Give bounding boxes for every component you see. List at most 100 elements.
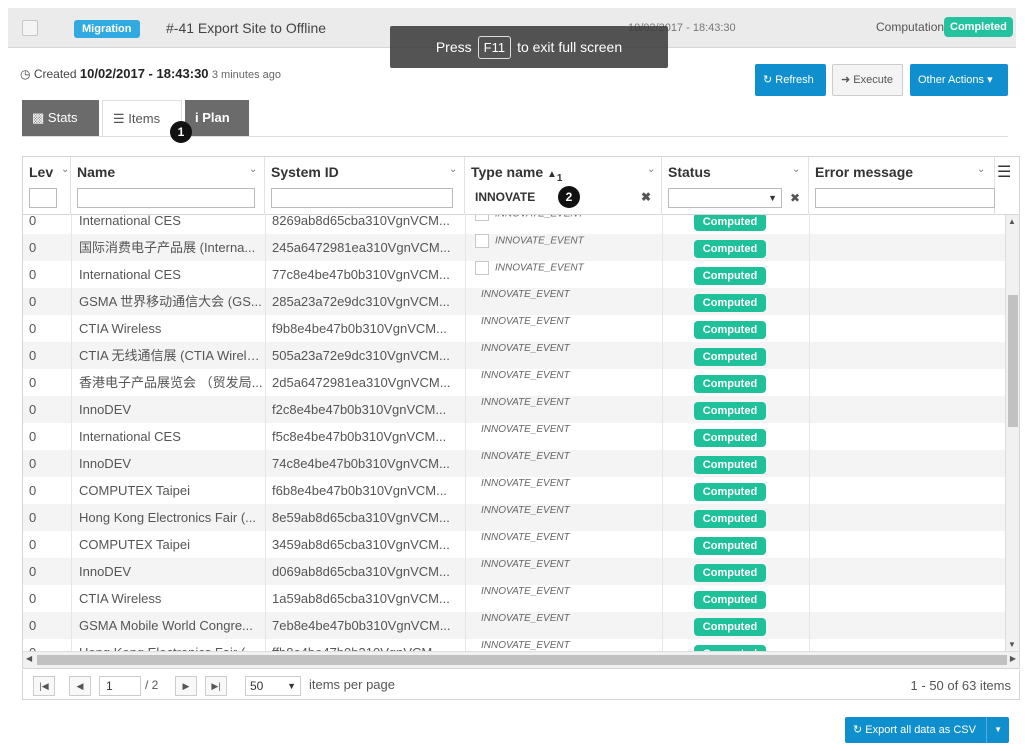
export-csv-button[interactable]: ↻ Export all data as CSV ▼ — [845, 717, 1009, 743]
table-row[interactable]: 0 COMPUTEX Taipei f6b8e4be47b0b310VgnVCM..… — [23, 477, 1005, 504]
horizontal-scrollbar[interactable]: ◀ ▶ — [23, 651, 1019, 668]
refresh-button[interactable]: ↻ Refresh — [755, 64, 826, 96]
column-lev-label: Lev — [29, 164, 54, 180]
column-lev[interactable]: Lev ⌄ — [23, 157, 71, 215]
tab-stats[interactable]: ▩ Stats — [22, 100, 99, 136]
next-page-button[interactable]: ▶ — [175, 676, 197, 696]
status-badge: Computed — [694, 591, 766, 609]
type-name-text: INNOVATE_EVENT — [481, 505, 570, 516]
items-grid: Lev ⌄ Name ⌄ System ID ⌄ Type name ▲1 ⌄ … — [22, 156, 1020, 669]
execute-button[interactable]: ➜ Execute — [832, 64, 903, 96]
prev-page-button[interactable]: ◀ — [69, 676, 91, 696]
clear-filter-icon[interactable]: ✖ — [790, 191, 800, 205]
vertical-scrollbar[interactable]: ▲ ▼ — [1005, 215, 1019, 651]
status-badge: Computed — [694, 510, 766, 528]
cell-status: Computed — [694, 612, 766, 639]
status-badge: Computed — [694, 618, 766, 636]
status-filter-select[interactable]: ▼ — [668, 188, 782, 208]
table-row[interactable]: 0 Hong Kong Electronics Fair (... ffb8e4be… — [23, 639, 1005, 651]
first-page-button[interactable]: |◀ — [33, 676, 55, 696]
cell-status: Computed — [694, 423, 766, 450]
table-row[interactable]: 0 COMPUTEX Taipei 3459ab8d65cba310VgnVCM..… — [23, 531, 1005, 558]
table-row[interactable]: 0 香港电子产品展览会 （贸发局... 2d5a6472981ea310VgnVCM… — [23, 369, 1005, 396]
system-id-filter-input[interactable] — [271, 188, 453, 208]
last-page-button[interactable]: ▶| — [205, 676, 227, 696]
clear-filter-icon[interactable]: ✖ — [641, 188, 651, 206]
list-icon: ☰ — [113, 111, 125, 126]
table-row[interactable]: 0 CTIA Wireless f9b8e4be47b0b310VgnVCM... I… — [23, 315, 1005, 342]
page-count: / 2 — [145, 678, 159, 692]
cell-system-id: 2d5a6472981ea310VgnVCM... — [272, 375, 451, 390]
type-name-text: INNOVATE_EVENT — [495, 215, 584, 220]
scroll-left-icon[interactable]: ◀ — [26, 654, 32, 663]
scroll-right-icon[interactable]: ▶ — [1010, 654, 1016, 663]
column-error-message-label: Error message — [815, 164, 914, 180]
status-badge: Computed — [694, 294, 766, 312]
caret-down-icon[interactable]: ▼ — [994, 717, 1002, 743]
row-checkbox[interactable] — [475, 215, 489, 221]
other-actions-button[interactable]: Other Actions ▾ — [910, 64, 1008, 96]
refresh-icon: ↻ — [853, 724, 863, 736]
table-row[interactable]: 0 国际消费电子产品展 (Interna... 245a6472981ea310Vg… — [23, 234, 1005, 261]
name-filter-input[interactable] — [77, 188, 255, 208]
cell-status: Computed — [694, 369, 766, 396]
table-row[interactable]: 0 InnoDEV 74c8e4be47b0b310VgnVCM... INNOVAT… — [23, 450, 1005, 477]
scroll-down-icon[interactable]: ▼ — [1008, 640, 1016, 649]
column-error-message[interactable]: Error message ⌄ — [809, 157, 995, 215]
chevron-down-icon[interactable]: ⌄ — [647, 164, 655, 175]
row-checkbox[interactable] — [475, 234, 489, 248]
cell-name: CTIA 无线通信展 (CTIA Wirele... — [79, 348, 263, 363]
status-badge: Computed — [694, 483, 766, 501]
cell-system-id: d069ab8d65cba310VgnVCM... — [272, 564, 450, 579]
cell-type-name: INNOVATE_EVENT — [467, 369, 661, 396]
cell-name: 香港电子产品展览会 （贸发局... — [79, 375, 263, 390]
table-row[interactable]: 0 International CES 8269ab8d65cba310VgnVCM… — [23, 215, 1005, 234]
scrollbar-thumb[interactable] — [37, 655, 1007, 665]
column-divider — [809, 215, 810, 651]
scroll-up-icon[interactable]: ▲ — [1008, 217, 1016, 226]
chevron-down-icon[interactable]: ⌄ — [792, 164, 800, 175]
page-number-input[interactable]: 1 — [99, 676, 141, 696]
cell-system-id: 1a59ab8d65cba310VgnVCM... — [272, 591, 450, 606]
chevron-down-icon[interactable]: ⌄ — [977, 164, 985, 175]
cell-status: Computed — [694, 215, 766, 234]
pager: |◀ ◀ 1 / 2 ▶ ▶| 50 ▼ items per page 1 - … — [22, 670, 1020, 700]
table-row[interactable]: 0 CTIA 无线通信展 (CTIA Wirele... 505a23a72e9dc… — [23, 342, 1005, 369]
cell-name: InnoDEV — [79, 402, 132, 417]
column-name[interactable]: Name ⌄ — [71, 157, 265, 215]
chevron-down-icon[interactable]: ⌄ — [61, 164, 69, 175]
table-row[interactable]: 0 InnoDEV d069ab8d65cba310VgnVCM... INNOVAT… — [23, 558, 1005, 585]
page-size-select[interactable]: 50 ▼ — [245, 676, 301, 696]
sort-asc-icon: ▲ — [547, 169, 557, 180]
tab-items-label: Items — [128, 111, 161, 126]
cell-type-name: INNOVATE_EVENT — [467, 639, 661, 651]
table-row[interactable]: 0 GSMA 世界移动通信大会 (GS... 285a23a72e9dc310Vgn… — [23, 288, 1005, 315]
tab-plan-label: Plan — [202, 110, 230, 125]
type-name-filter-value: INNOVATE — [475, 190, 536, 204]
tab-plan[interactable]: i Plan — [185, 100, 249, 136]
tab-stats-label: Stats — [47, 110, 78, 125]
lev-filter-input[interactable] — [29, 188, 57, 208]
table-row[interactable]: 0 Hong Kong Electronics Fair (... 8e59ab8d… — [23, 504, 1005, 531]
chevron-down-icon[interactable]: ⌄ — [249, 164, 257, 175]
cell-lev: 0 — [29, 510, 37, 525]
error-filter-input[interactable] — [815, 188, 995, 208]
column-menu-icon[interactable]: ☰ — [997, 162, 1015, 182]
chevron-down-icon[interactable]: ⌄ — [449, 164, 457, 175]
row-checkbox[interactable] — [475, 261, 489, 275]
table-row[interactable]: 0 International CES 77c8e4be47b0b310VgnVCM… — [23, 261, 1005, 288]
column-system-id[interactable]: System ID ⌄ — [265, 157, 465, 215]
cell-name: GSMA 世界移动通信大会 (GS... — [79, 294, 262, 309]
type-name-text: INNOVATE_EVENT — [481, 397, 570, 408]
cell-name: COMPUTEX Taipei — [79, 483, 191, 498]
cell-lev: 0 — [29, 294, 37, 309]
cell-lev: 0 — [29, 537, 37, 552]
scrollbar-thumb[interactable] — [1008, 295, 1018, 427]
cell-name: International CES — [79, 267, 181, 282]
select-checkbox[interactable] — [22, 20, 38, 36]
table-row[interactable]: 0 CTIA Wireless 1a59ab8d65cba310VgnVCM... I… — [23, 585, 1005, 612]
column-status[interactable]: Status ⌄ ▼ ✖ — [662, 157, 809, 215]
table-row[interactable]: 0 GSMA Mobile World Congre... 7eb8e4be47b0… — [23, 612, 1005, 639]
table-row[interactable]: 0 International CES f5c8e4be47b0b310VgnVCM… — [23, 423, 1005, 450]
table-row[interactable]: 0 InnoDEV f2c8e4be47b0b310VgnVCM... INNOVAT… — [23, 396, 1005, 423]
